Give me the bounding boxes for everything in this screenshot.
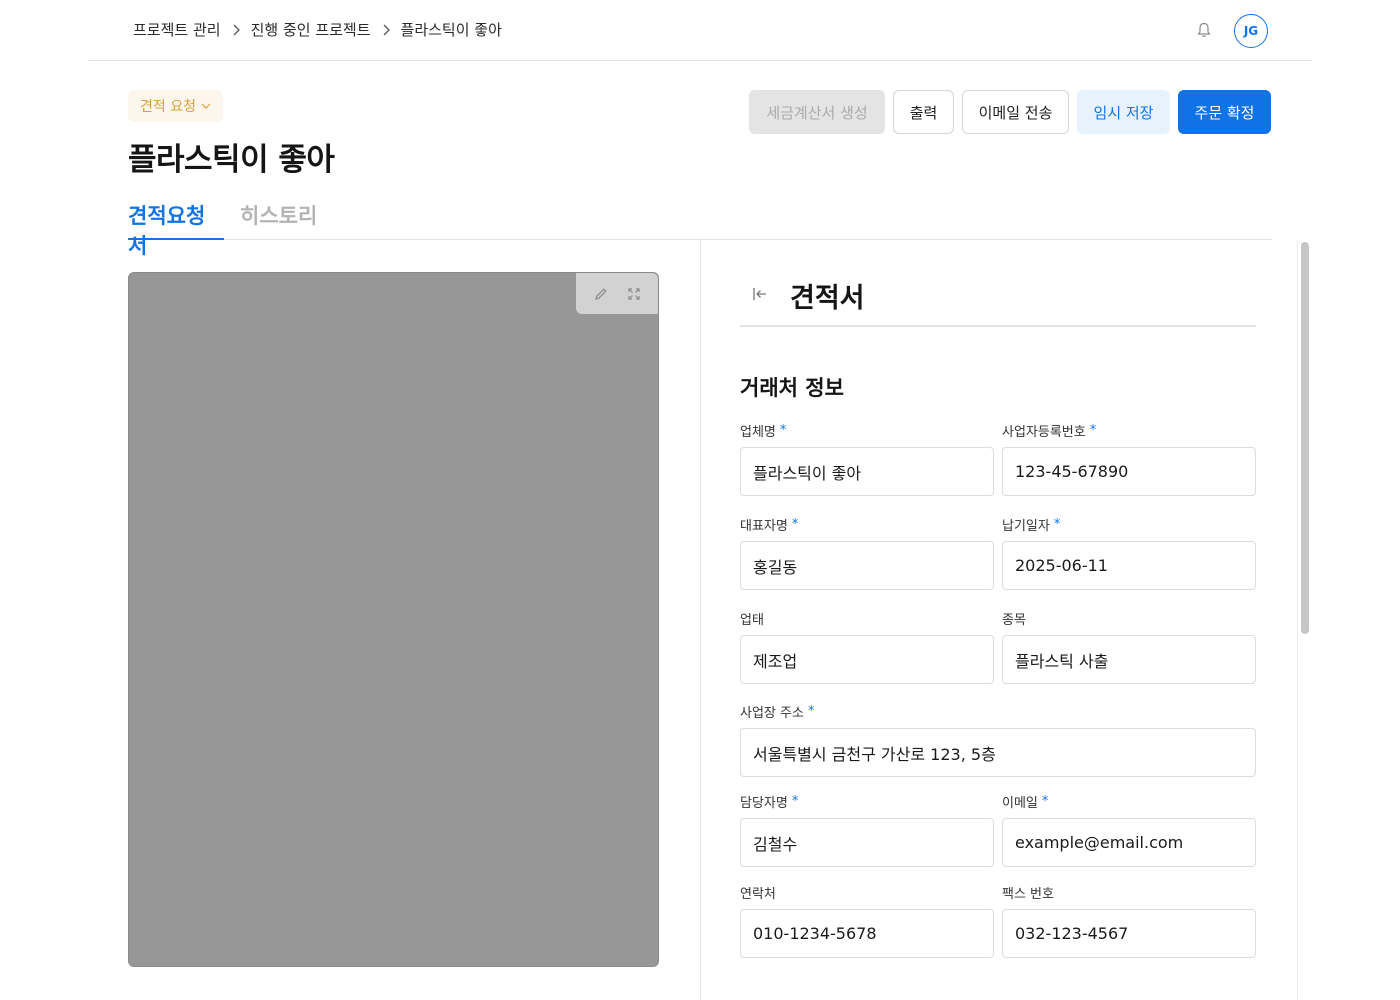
- top-bar: 프로젝트 관리 진행 중인 프로젝트 플라스틱이 좋아 JG: [88, 0, 1312, 61]
- phone-field: 연락처 010-1234-5678: [740, 883, 994, 958]
- field-label: 대표자명: [740, 518, 788, 534]
- chevron-right-icon: [380, 24, 392, 36]
- required-mark: *: [1041, 793, 1049, 809]
- representative-field: 대표자명 * 홍길동: [740, 515, 994, 590]
- field-label: 팩스 번호: [1002, 886, 1054, 902]
- representative-input[interactable]: 홍길동: [740, 541, 994, 590]
- required-mark: *: [779, 422, 787, 438]
- action-bar: 세금계산서 생성 출력 이메일 전송 임시 저장 주문 확정: [749, 90, 1271, 134]
- quote-panel-header: 견적서: [740, 268, 1256, 327]
- field-label: 연락처: [740, 886, 776, 902]
- required-mark: *: [1089, 422, 1097, 438]
- breadcrumb-item-project-management[interactable]: 프로젝트 관리: [133, 19, 221, 40]
- page-title: 플라스틱이 좋아: [128, 142, 335, 178]
- email-input[interactable]: example@email.com: [1002, 818, 1256, 867]
- due-date-input[interactable]: 2025-06-11: [1002, 541, 1256, 590]
- field-label: 납기일자: [1002, 518, 1050, 534]
- print-button[interactable]: 출력: [893, 90, 954, 134]
- chevron-right-icon: [230, 24, 242, 36]
- manager-field: 담당자명 * 김철수: [740, 792, 994, 867]
- quote-panel-title: 견적서: [790, 283, 865, 314]
- collapse-panel-icon[interactable]: [752, 286, 768, 302]
- required-mark: *: [807, 703, 815, 719]
- chevron-down-icon: [201, 98, 211, 114]
- due-date-field: 납기일자 * 2025-06-11: [1002, 515, 1256, 590]
- phone-input[interactable]: 010-1234-5678: [740, 909, 994, 958]
- company-name-field: 업체명 * 플라스틱이 좋아: [740, 421, 994, 496]
- field-label: 이메일: [1002, 795, 1038, 811]
- expand-icon[interactable]: [625, 285, 643, 303]
- scrollbar-thumb[interactable]: [1301, 242, 1309, 634]
- field-label: 담당자명: [740, 795, 788, 811]
- client-info-title: 거래처 정보: [740, 376, 844, 400]
- field-label: 업체명: [740, 424, 776, 440]
- save-draft-button[interactable]: 임시 저장: [1077, 90, 1170, 134]
- address-field: 사업장 주소 * 서울특별시 금천구 가산로 123, 5층: [740, 702, 1256, 777]
- field-label: 업태: [740, 612, 764, 628]
- page: 프로젝트 관리 진행 중인 프로젝트 플라스틱이 좋아 JG 견적 요청 플라스…: [0, 0, 1400, 1000]
- breadcrumb-item-active-projects[interactable]: 진행 중인 프로젝트: [251, 19, 371, 40]
- tab-quote-request[interactable]: 견적요청서: [128, 200, 224, 258]
- field-label: 사업장 주소: [740, 705, 804, 721]
- business-number-field: 사업자등록번호 * 123-45-67890: [1002, 421, 1256, 496]
- fax-input[interactable]: 032-123-4567: [1002, 909, 1256, 958]
- address-input[interactable]: 서울특별시 금천구 가산로 123, 5층: [740, 728, 1256, 777]
- business-item-input[interactable]: 플라스틱 사출: [1002, 635, 1256, 684]
- business-item-field: 종목 플라스틱 사출: [1002, 609, 1256, 684]
- avatar[interactable]: JG: [1234, 14, 1268, 48]
- send-email-button[interactable]: 이메일 전송: [962, 90, 1069, 134]
- field-label: 종목: [1002, 612, 1026, 628]
- status-dropdown[interactable]: 견적 요청: [128, 90, 223, 122]
- panel-divider: [700, 240, 701, 1000]
- preview-toolbar: [576, 273, 658, 314]
- business-type-field: 업태 제조업: [740, 609, 994, 684]
- required-mark: *: [791, 516, 799, 532]
- email-field: 이메일 * example@email.com: [1002, 792, 1256, 867]
- manager-input[interactable]: 김철수: [740, 818, 994, 867]
- tab-history[interactable]: 히스토리: [240, 200, 317, 240]
- status-label: 견적 요청: [140, 99, 196, 115]
- business-type-input[interactable]: 제조업: [740, 635, 994, 684]
- document-preview: [128, 272, 659, 967]
- fax-field: 팩스 번호 032-123-4567: [1002, 883, 1256, 958]
- breadcrumb-item-current: 플라스틱이 좋아: [400, 21, 502, 39]
- breadcrumb: 프로젝트 관리 진행 중인 프로젝트 플라스틱이 좋아: [133, 19, 502, 40]
- field-label: 사업자등록번호: [1002, 424, 1086, 440]
- required-mark: *: [791, 793, 799, 809]
- bell-icon[interactable]: [1195, 21, 1213, 39]
- tab-bar: 견적요청서 히스토리: [128, 196, 1272, 258]
- business-number-input[interactable]: 123-45-67890: [1002, 447, 1256, 496]
- confirm-order-button[interactable]: 주문 확정: [1178, 90, 1271, 134]
- pencil-icon[interactable]: [592, 285, 610, 303]
- create-tax-invoice-button[interactable]: 세금계산서 생성: [749, 90, 885, 134]
- company-name-input[interactable]: 플라스틱이 좋아: [740, 447, 994, 496]
- required-mark: *: [1053, 516, 1061, 532]
